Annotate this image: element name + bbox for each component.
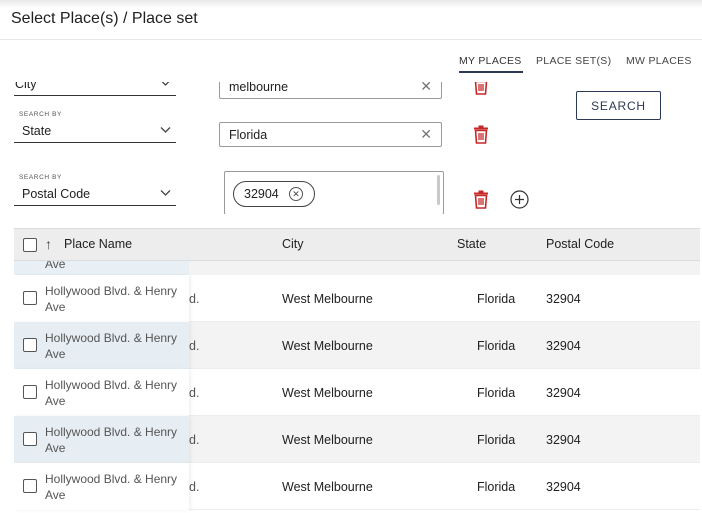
search-by-value: City [15, 82, 37, 91]
close-icon[interactable]: ✕ [420, 126, 432, 143]
city-cell: West Melbourne [282, 339, 373, 353]
place-name-cell: Hollywood Blvd. & Henry Ave [45, 425, 178, 455]
postal-code-cell: 32904 [546, 480, 581, 494]
state-input-value: Florida [229, 128, 268, 142]
city-cell: West Melbourne [282, 433, 373, 447]
close-icon[interactable]: ✕ [289, 187, 303, 201]
city-input-value: melbourne [229, 82, 289, 94]
chip-value: 32904 [244, 187, 279, 201]
frozen-cell: Hollywood Blvd. & Henry Ave [14, 322, 189, 369]
postal-code-chip: 32904 ✕ [233, 181, 315, 207]
chevron-down-icon [161, 82, 170, 86]
column-header-postal-code[interactable]: Postal Code [546, 237, 614, 251]
row-checkbox[interactable] [23, 432, 37, 446]
state-cell: Florida [477, 386, 516, 400]
tab-place-sets[interactable]: PLACE SET(S) [536, 55, 611, 67]
trash-icon[interactable] [473, 190, 489, 209]
postal-code-chip-input[interactable]: 32904 ✕ [224, 171, 444, 214]
places-table: ↑ Place Name City State Postal Code Ave … [14, 228, 700, 513]
table-row[interactable]: d. West Melbourne Florida 32904 Hollywoo… [14, 322, 700, 369]
row-checkbox[interactable] [23, 385, 37, 399]
place-name-cell: Hollywood Blvd. & Henry Ave [45, 378, 178, 408]
arrow-up-icon[interactable]: ↑ [45, 236, 52, 252]
postal-code-cell: 32904 [546, 386, 581, 400]
frozen-cell: Hollywood Blvd. & Henry Ave [14, 416, 189, 463]
table-header: ↑ Place Name City State Postal Code [14, 228, 700, 261]
state-input[interactable]: Florida ✕ [219, 122, 442, 147]
search-by-label: SEARCH BY [19, 174, 62, 181]
place-name-cell: Hollywood Blvd. & Henry Ave [45, 472, 178, 502]
city-cell: West Melbourne [282, 386, 373, 400]
close-icon[interactable]: ✕ [420, 82, 432, 95]
table-body: Ave d. West Melbourne Florida 32904 Holl… [14, 261, 700, 513]
search-by-value: Postal Code [22, 187, 91, 201]
search-by-select-state[interactable]: State [14, 121, 176, 143]
search-by-value: State [22, 124, 52, 138]
place-name-cell: Hollywood Blvd. & Henry Ave [45, 331, 178, 361]
search-button[interactable]: SEARCH [576, 91, 661, 120]
trash-icon[interactable] [473, 125, 489, 144]
page-title: Select Place(s) / Place set [11, 10, 198, 27]
search-by-select-city[interactable]: City [14, 82, 176, 96]
chevron-down-icon [160, 190, 171, 196]
state-cell: Florida [477, 433, 516, 447]
frozen-cell: Hollywood Blvd. & Henry Ave [14, 463, 189, 510]
select-all-checkbox[interactable] [23, 238, 37, 252]
table-row[interactable]: d. West Melbourne Florida 32904 Hollywoo… [14, 416, 700, 463]
plus-circle-icon[interactable] [510, 190, 529, 209]
column-header-place-name[interactable]: Place Name [64, 237, 132, 251]
city-cell: West Melbourne [282, 480, 373, 494]
place-name-cell: Hollywood Blvd. & Henry Ave [45, 284, 178, 314]
table-row[interactable]: d. West Melbourne Florida 32904 Hollywoo… [14, 275, 700, 322]
frozen-cell [14, 261, 189, 275]
tab-my-places[interactable]: MY PLACES [459, 55, 522, 67]
postal-code-cell: 32904 [546, 339, 581, 353]
active-tab-underline [459, 71, 523, 73]
chip-input-scrollbar[interactable] [437, 175, 440, 205]
state-cell: Florida [477, 292, 516, 306]
header-shadow [0, 0, 702, 8]
column-header-city[interactable]: City [282, 237, 304, 251]
chevron-down-icon [160, 127, 171, 133]
city-cell: West Melbourne [282, 292, 373, 306]
postal-code-cell: 32904 [546, 292, 581, 306]
table-row[interactable]: d. West Melbourne Florida 32904 Hollywoo… [14, 463, 700, 510]
frozen-cell: Hollywood Blvd. & Henry Ave [14, 369, 189, 416]
search-by-select-postal-code[interactable]: Postal Code [14, 184, 176, 206]
row-checkbox[interactable] [23, 291, 37, 305]
table-row[interactable]: d. West Melbourne Florida 32904 Hollywoo… [14, 369, 700, 416]
search-by-label: SEARCH BY [19, 111, 62, 118]
table-row-partial: Ave [14, 261, 700, 275]
postal-code-cell: 32904 [546, 433, 581, 447]
state-cell: Florida [477, 480, 516, 494]
city-input[interactable]: melbourne ✕ [219, 82, 442, 99]
dialog-header: Select Place(s) / Place set [0, 0, 702, 40]
tab-mw-places[interactable]: MW PLACES [626, 55, 692, 67]
column-header-state[interactable]: State [457, 237, 486, 251]
row-checkbox[interactable] [23, 338, 37, 352]
state-cell: Florida [477, 339, 516, 353]
row-checkbox[interactable] [23, 479, 37, 493]
trash-icon[interactable] [473, 82, 489, 95]
place-name-cell: Ave [45, 261, 66, 271]
frozen-cell: Hollywood Blvd. & Henry Ave [14, 275, 189, 322]
